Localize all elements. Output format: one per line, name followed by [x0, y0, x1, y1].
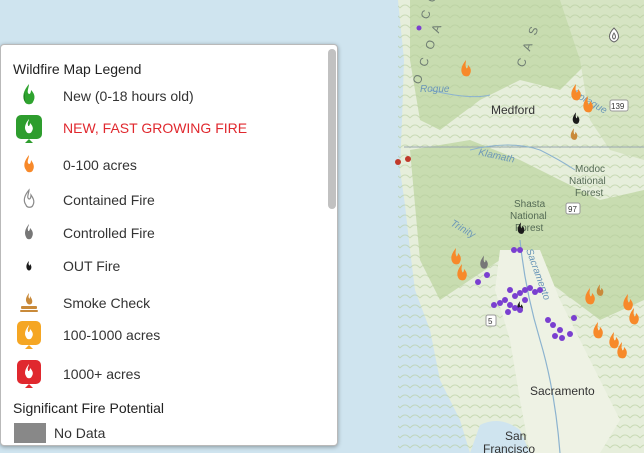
- legend-label-smoke: Smoke Check: [63, 295, 151, 311]
- legend-scrollbar[interactable]: [327, 45, 337, 445]
- purple-point[interactable]: [505, 309, 511, 315]
- legend-label-contained: Contained Fire: [63, 192, 155, 208]
- svg-text:97: 97: [568, 205, 577, 214]
- fast-growing-fire-icon: [16, 115, 42, 143]
- purple-point[interactable]: [511, 247, 517, 253]
- highway-5-shield: 5: [485, 314, 497, 327]
- controlled-fire-icon: [25, 224, 33, 240]
- purple-point[interactable]: [512, 293, 518, 299]
- purple-point[interactable]: [557, 327, 563, 333]
- significant-fire-potential-title: Significant Fire Potential: [13, 400, 164, 416]
- legend-item-out: OUT Fire: [1, 251, 321, 281]
- legend-label-100-1000: 100-1000 acres: [63, 327, 161, 343]
- highway-139-shield: 139: [609, 99, 629, 112]
- map-label-modoc: Modoc: [575, 164, 605, 175]
- legend-label-0-100: 0-100 acres: [63, 157, 137, 173]
- purple-point[interactable]: [517, 247, 523, 253]
- legend-title: Wildfire Map Legend: [13, 61, 142, 77]
- purple-point[interactable]: [522, 297, 528, 303]
- purple-point[interactable]: [517, 290, 523, 296]
- legend-label-out: OUT Fire: [63, 258, 121, 274]
- legend-item-100-1000: 100-1000 acres: [1, 320, 321, 350]
- purple-point[interactable]: [559, 335, 565, 341]
- svg-text:5: 5: [488, 317, 493, 326]
- purple-point[interactable]: [552, 333, 558, 339]
- map-label-modoc-2: National: [569, 176, 606, 187]
- purple-point[interactable]: [567, 331, 573, 337]
- svg-text:139: 139: [611, 102, 625, 111]
- purple-point[interactable]: [550, 322, 556, 328]
- map-label-shasta-2: National: [510, 211, 547, 222]
- highway-97-shield: 97: [565, 202, 581, 215]
- purple-point[interactable]: [416, 25, 422, 31]
- map-label-modoc-3: Forest: [575, 188, 604, 199]
- legend-item-0-100: 0-100 acres: [1, 150, 321, 180]
- map-label-medford: Medford: [491, 103, 535, 117]
- legend-label-1000-plus: 1000+ acres: [63, 366, 141, 382]
- legend-label-fast-growing: NEW, FAST GROWING FIRE: [63, 120, 248, 136]
- fire-0-100-acres-icon: [24, 155, 34, 173]
- no-data-swatch: [14, 423, 46, 443]
- red-fire-point[interactable]: [405, 156, 411, 162]
- legend-label-new: New (0-18 hours old): [63, 88, 194, 104]
- map-label-sacramento: Sacramento: [530, 384, 595, 398]
- legend-panel[interactable]: Wildfire Map Legend New (0-18 hours old)…: [0, 44, 338, 446]
- purple-point[interactable]: [527, 285, 533, 291]
- map-label-rogue: Rogue: [420, 84, 450, 95]
- purple-point[interactable]: [491, 302, 497, 308]
- new-fire-icon: [23, 84, 35, 105]
- purple-point[interactable]: [497, 300, 503, 306]
- purple-point[interactable]: [517, 307, 523, 313]
- legend-item-new: New (0-18 hours old): [1, 81, 321, 111]
- contained-fire-icon: [23, 188, 35, 208]
- purple-point[interactable]: [507, 302, 513, 308]
- map-label-shasta: Shasta: [514, 199, 546, 210]
- legend-item-smoke: Smoke Check: [1, 288, 321, 318]
- fire-100-1000-acres-icon: [17, 321, 41, 349]
- legend-label-controlled: Controlled Fire: [63, 225, 155, 241]
- smoke-check-icon: [20, 293, 38, 312]
- no-data-label: No Data: [54, 425, 106, 441]
- red-fire-point[interactable]: [395, 159, 401, 165]
- purple-point[interactable]: [484, 272, 490, 278]
- legend-item-contained: Contained Fire: [1, 185, 321, 215]
- purple-point[interactable]: [545, 317, 551, 323]
- legend-scrollbar-thumb[interactable]: [328, 49, 336, 209]
- purple-point[interactable]: [475, 279, 481, 285]
- purple-point[interactable]: [507, 287, 513, 293]
- purple-point[interactable]: [537, 287, 543, 293]
- map-label-francisco: Francisco: [483, 442, 535, 453]
- legend-item-1000-plus: 1000+ acres: [1, 359, 321, 389]
- purple-point[interactable]: [571, 315, 577, 321]
- out-fire-icon: [26, 261, 32, 271]
- legend-item-fast-growing: NEW, FAST GROWING FIRE: [1, 113, 321, 143]
- fire-1000-plus-acres-icon: [17, 360, 41, 388]
- map-label-san: San: [505, 429, 526, 443]
- legend-item-controlled: Controlled Fire: [1, 218, 321, 248]
- purple-point[interactable]: [502, 297, 508, 303]
